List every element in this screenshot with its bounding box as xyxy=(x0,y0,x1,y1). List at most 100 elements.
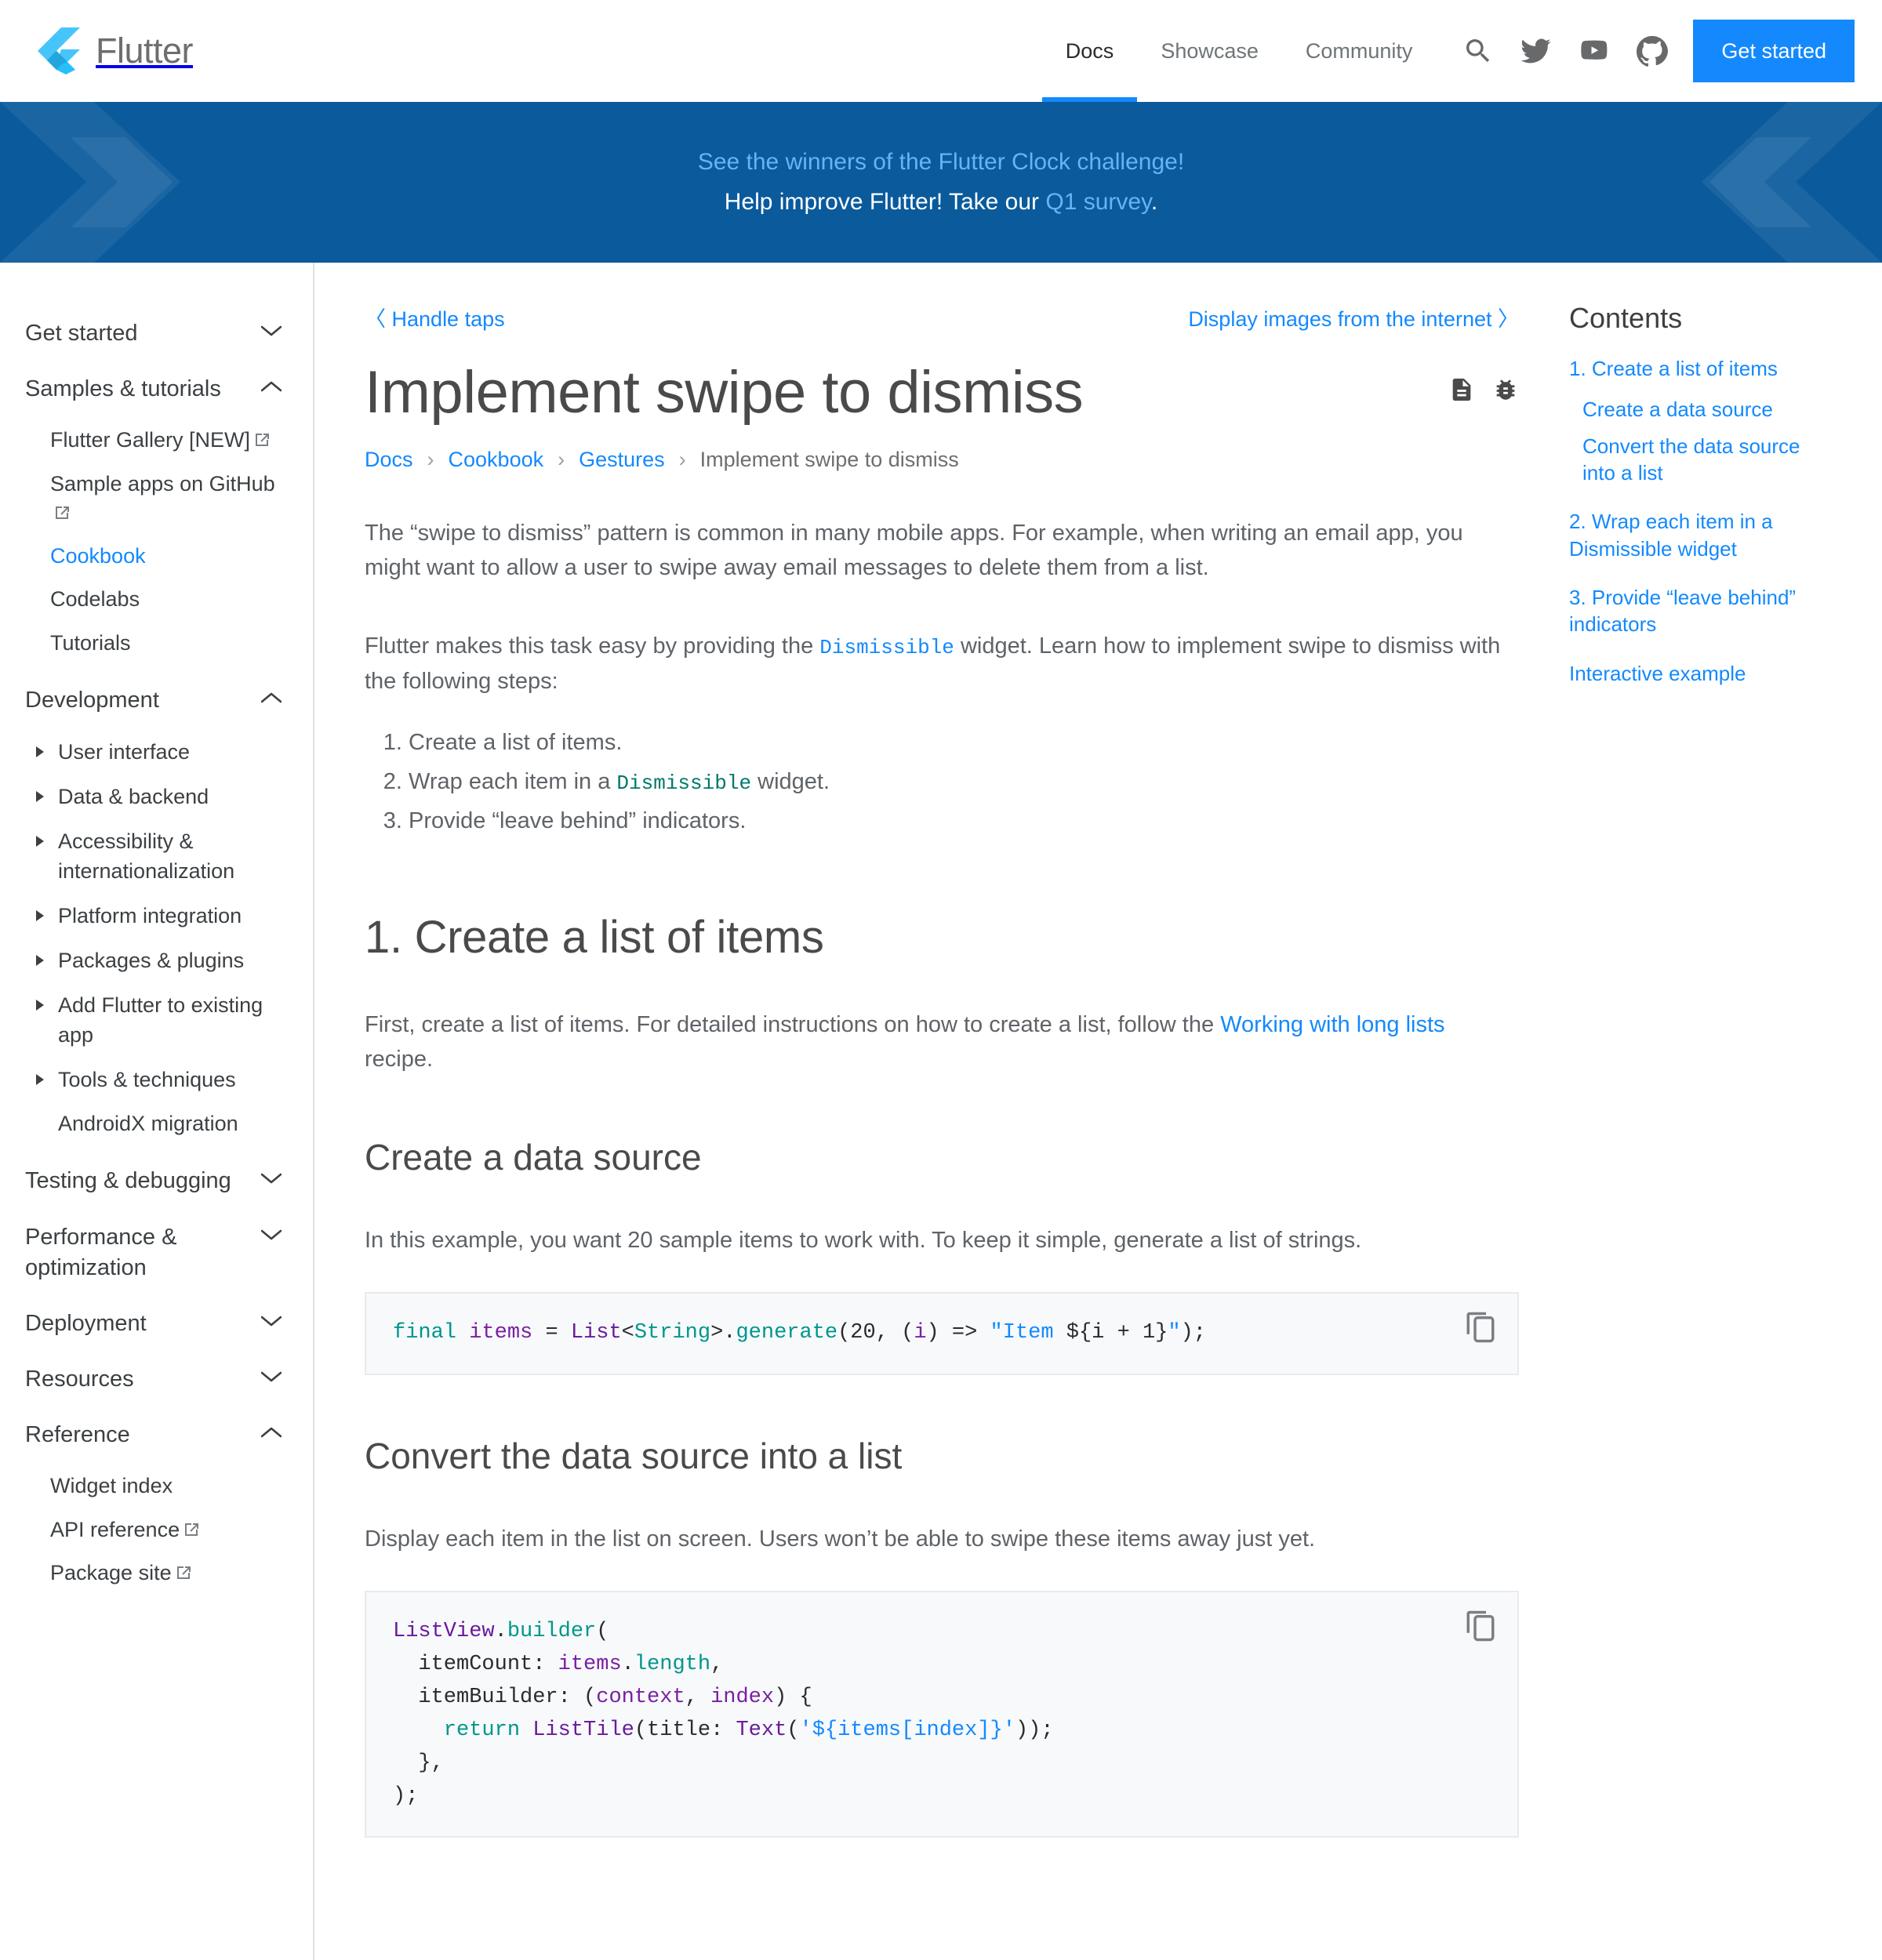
toc-item-wrap-dismissible[interactable]: 2. Wrap each item in a Dismissible widge… xyxy=(1569,508,1828,562)
code-token: index xyxy=(710,1686,775,1710)
sidebar-item-testing-debugging[interactable]: Testing & debugging xyxy=(25,1153,282,1209)
code-content-2: ListView.builder( itemCount: items.lengt… xyxy=(393,1616,1486,1813)
code-token: Text xyxy=(736,1718,787,1742)
sidebar-item-development[interactable]: Development xyxy=(25,673,282,728)
external-link-icon xyxy=(254,432,270,448)
sidebar-item-platform-integration[interactable]: Platform integration xyxy=(35,894,282,938)
prev-arrow-icon: 〈 xyxy=(365,307,386,331)
code-token: ( xyxy=(596,1620,609,1644)
nav-link-showcase[interactable]: Showcase xyxy=(1137,0,1282,102)
toc-item-create-list[interactable]: 1. Create a list of items xyxy=(1569,355,1828,382)
toc-heading: Contents xyxy=(1569,302,1683,334)
clock-challenge-link[interactable]: See the winners of the Flutter Clock cha… xyxy=(698,149,1184,175)
sidebar-item-sample-apps-github[interactable]: Sample apps on GitHub xyxy=(50,463,282,535)
sidebar-item-packages-plugins[interactable]: Packages & plugins xyxy=(35,938,282,983)
twitter-icon[interactable] xyxy=(1520,35,1552,67)
chevron-down-icon xyxy=(261,325,282,337)
sidebar-item-tools-techniques[interactable]: Tools & techniques xyxy=(35,1058,282,1102)
sidebar-item-performance-optimization[interactable]: Performance & optimization xyxy=(25,1210,282,1296)
copy-icon[interactable] xyxy=(1464,1610,1497,1642)
code-token: "Item xyxy=(990,1321,1066,1345)
page-body: Get started Samples & tutorials Flutter … xyxy=(0,263,1882,1960)
code-token: . xyxy=(494,1620,507,1644)
flutter-home-link[interactable]: Flutter xyxy=(31,26,194,76)
nav-links: Docs Showcase Community xyxy=(1041,0,1437,102)
flutter-logo-icon xyxy=(31,26,82,76)
subsection-heading-convert: Convert the data source into a list xyxy=(365,1436,903,1477)
breadcrumb-separator: › xyxy=(427,448,434,472)
github-icon[interactable] xyxy=(1637,35,1669,67)
breadcrumb-separator: › xyxy=(678,448,686,472)
code-token: , xyxy=(710,1653,724,1677)
nav-link-community[interactable]: Community xyxy=(1282,0,1437,102)
sidebar-item-samples-tutorials[interactable]: Samples & tutorials xyxy=(25,361,282,417)
banner-line-2: Help improve Flutter! Take our Q1 survey… xyxy=(725,187,1157,219)
sidebar-item-deployment[interactable]: Deployment xyxy=(25,1296,282,1352)
toc-item-create-data-source[interactable]: Create a data source xyxy=(1569,396,1828,423)
code-token: ( xyxy=(787,1718,800,1742)
toc-item-interactive-example[interactable]: Interactive example xyxy=(1569,660,1828,687)
toc-item-leave-behind[interactable]: 3. Provide “leave behind” indicators xyxy=(1569,584,1828,638)
code-token: ${i + 1} xyxy=(1066,1321,1168,1345)
bug-report-icon[interactable] xyxy=(1492,376,1519,403)
page-source-icon[interactable] xyxy=(1448,376,1475,403)
sidebar-item-flutter-gallery[interactable]: Flutter Gallery [NEW] xyxy=(50,419,282,462)
code-block-generate-items: final items = List<String>.generate(20, … xyxy=(365,1292,1519,1376)
code-token: itemBuilder: ( xyxy=(393,1686,597,1710)
external-link-icon xyxy=(54,505,70,521)
sidebar-item-add-flutter-existing-app[interactable]: Add Flutter to existing app xyxy=(35,983,282,1058)
code-token: context xyxy=(596,1686,685,1710)
sidebar-item-resources[interactable]: Resources xyxy=(25,1352,282,1407)
dismissible-code-link[interactable]: Dismissible xyxy=(819,636,954,659)
next-page-link[interactable]: Display images from the internet 〉 xyxy=(1188,302,1519,332)
sidebar-expand-label: User interface xyxy=(58,739,191,764)
sidebar-group-development: Development User interface Data & backen… xyxy=(25,673,282,1154)
banner-line-1: See the winners of the Flutter Clock cha… xyxy=(698,147,1184,179)
sidebar-item-androidx-migration[interactable]: AndroidX migration xyxy=(35,1102,282,1145)
sidebar-item-codelabs[interactable]: Codelabs xyxy=(50,578,282,621)
table-of-contents: Contents 1. Create a list of items Creat… xyxy=(1569,263,1859,701)
code-token: items xyxy=(558,1653,622,1677)
chevron-up-icon xyxy=(261,691,282,704)
sidebar-group-reference: Reference Widget index API reference Pac… xyxy=(25,1407,282,1602)
sidebar-item-data-backend[interactable]: Data & backend xyxy=(35,775,282,819)
sidebar-item-tutorials[interactable]: Tutorials xyxy=(50,622,282,665)
working-with-long-lists-link[interactable]: Working with long lists xyxy=(1220,1012,1444,1037)
breadcrumb-item-cookbook[interactable]: Cookbook xyxy=(449,448,544,472)
sidebar-item-package-site[interactable]: Package site xyxy=(50,1552,282,1595)
sidebar-expand-label: Accessibility & internationalization xyxy=(58,829,235,883)
external-link-icon xyxy=(176,1565,191,1581)
youtube-icon[interactable] xyxy=(1579,35,1610,67)
get-started-button[interactable]: Get started xyxy=(1693,20,1855,82)
code-token: ); xyxy=(1180,1321,1206,1345)
code-token: ) => xyxy=(926,1321,990,1345)
breadcrumb-item-gestures[interactable]: Gestures xyxy=(579,448,665,472)
sidebar-item-widget-index[interactable]: Widget index xyxy=(50,1465,282,1508)
search-icon[interactable] xyxy=(1462,35,1494,67)
brand-name: Flutter xyxy=(96,31,194,71)
prev-page-link[interactable]: 〈 Handle taps xyxy=(365,302,505,332)
sidebar-item-get-started[interactable]: Get started xyxy=(25,306,282,361)
sidebar-item-user-interface[interactable]: User interface xyxy=(35,730,282,775)
sidebar-item-reference[interactable]: Reference xyxy=(25,1407,282,1463)
nav-link-docs[interactable]: Docs xyxy=(1041,0,1138,102)
p-create-list-suffix: recipe. xyxy=(365,1046,434,1072)
sidebar-group-label: Reference xyxy=(25,1422,130,1448)
top-navigation-bar: Flutter Docs Showcase Community Get star… xyxy=(0,0,1882,102)
code-token: (title: xyxy=(634,1718,736,1742)
next-page-label: Display images from the internet xyxy=(1188,307,1492,331)
code-token: > xyxy=(710,1321,724,1345)
sidebar-expand-label: Tools & techniques xyxy=(58,1067,236,1091)
sidebar-item-api-reference[interactable]: API reference xyxy=(50,1508,282,1552)
q1-survey-link[interactable]: Q1 survey xyxy=(1045,189,1151,215)
sidebar-item-cookbook[interactable]: Cookbook xyxy=(50,535,282,578)
intro-paragraph-2: Flutter makes this task easy by providin… xyxy=(365,629,1519,699)
sidebar-item-accessibility-i18n[interactable]: Accessibility & internationalization xyxy=(35,819,282,894)
breadcrumb-item-docs[interactable]: Docs xyxy=(365,448,413,472)
page-pager: 〈 Handle taps Display images from the in… xyxy=(365,302,1519,332)
code-token: , xyxy=(685,1686,711,1710)
toc-item-convert-data-source[interactable]: Convert the data source into a list xyxy=(1569,433,1828,487)
next-arrow-icon: 〉 xyxy=(1498,307,1519,331)
copy-icon[interactable] xyxy=(1464,1311,1497,1344)
code-token: = xyxy=(545,1321,571,1345)
